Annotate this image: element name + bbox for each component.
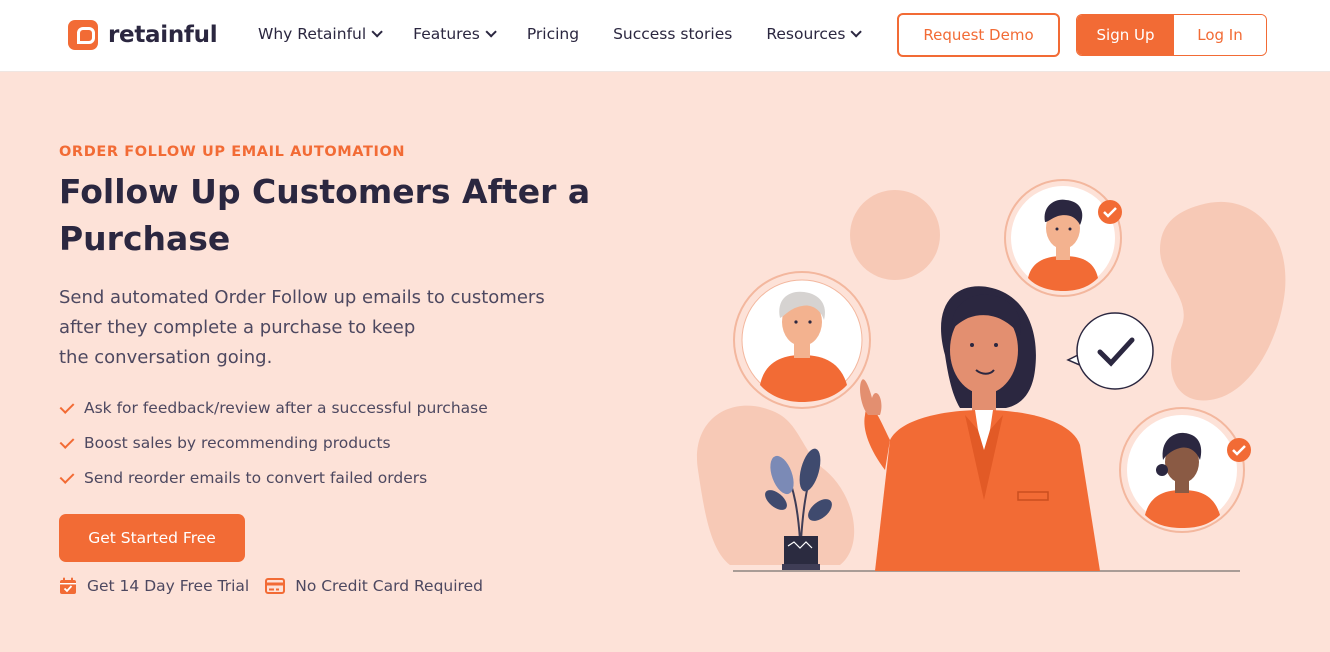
check-icon [59, 435, 75, 451]
avatar-older-man [733, 271, 871, 409]
sign-up-button[interactable]: Sign Up [1077, 15, 1174, 55]
perks: Get 14 Day Free Trial No Credit Card Req… [59, 577, 483, 595]
nav-success-stories[interactable]: Success stories [613, 25, 732, 43]
hero-description-line-3: the conversation going. [59, 347, 273, 368]
nav-why-retainful[interactable]: Why Retainful [258, 25, 383, 43]
hero-eyebrow: ORDER FOLLOW UP EMAIL AUTOMATION [59, 144, 406, 160]
auth-buttons: Sign Up Log In [1076, 14, 1267, 56]
nav-label: Features [413, 25, 480, 43]
feature-list: Ask for feedback/review after a successf… [59, 390, 488, 495]
chevron-down-icon [485, 26, 497, 38]
get-started-free-button[interactable]: Get Started Free [59, 514, 245, 562]
credit-card-icon [265, 578, 286, 594]
nav-label: Why Retainful [258, 25, 367, 43]
hero-title-line-2: Purchase [59, 219, 231, 258]
speech-bubble-check-icon [1066, 312, 1154, 390]
perk-label: Get 14 Day Free Trial [87, 577, 250, 595]
main-character [860, 286, 1100, 571]
log-in-button[interactable]: Log In [1174, 15, 1266, 55]
feature-text: Boost sales by recommending products [84, 433, 391, 452]
list-item: Boost sales by recommending products [59, 425, 488, 460]
hero-illustration [696, 179, 1286, 572]
main-nav: Why Retainful Features Pricing Success s… [258, 25, 863, 43]
nav-label: Success stories [613, 25, 733, 43]
decorative-blob [1160, 201, 1286, 401]
logo[interactable]: retainful [68, 20, 218, 50]
chevron-down-icon [371, 26, 383, 38]
check-icon [59, 400, 75, 416]
retainful-logo-icon [68, 20, 98, 50]
nav-pricing[interactable]: Pricing [527, 25, 579, 43]
feature-text: Send reorder emails to convert failed or… [84, 468, 428, 487]
hero-title-line-1: Follow Up Customers After a [59, 172, 591, 211]
list-item: Send reorder emails to convert failed or… [59, 460, 488, 495]
perk-no-credit-card: No Credit Card Required [265, 577, 483, 595]
logo-text: retainful [108, 22, 218, 48]
nav-features[interactable]: Features [413, 25, 497, 43]
nav-resources[interactable]: Resources [766, 25, 863, 43]
nav-label: Resources [766, 25, 846, 43]
chevron-down-icon [850, 26, 863, 38]
hero-description: Send automated Order Follow up emails to… [59, 283, 569, 373]
avatar-young-man [1004, 179, 1122, 297]
avatar-woman [1119, 407, 1251, 533]
list-item: Ask for feedback/review after a successf… [59, 390, 488, 425]
nav-label: Pricing [526, 25, 580, 43]
perk-label: No Credit Card Required [295, 577, 483, 595]
request-demo-button[interactable]: Request Demo [897, 13, 1060, 57]
perk-free-trial: Get 14 Day Free Trial [59, 577, 249, 595]
check-icon [59, 470, 75, 486]
hero-description-line-1: Send automated Order Follow up emails to… [59, 287, 545, 308]
hero-description-line-2: after they complete a purchase to keep [59, 317, 416, 338]
decorative-blob [696, 405, 855, 565]
decorative-blob [850, 190, 940, 280]
feature-text: Ask for feedback/review after a successf… [84, 398, 488, 417]
calendar-check-icon [60, 577, 76, 594]
hero-title: Follow Up Customers After a Purchase [59, 168, 619, 262]
site-header: retainful Why Retainful Features Pricing… [0, 0, 1330, 72]
